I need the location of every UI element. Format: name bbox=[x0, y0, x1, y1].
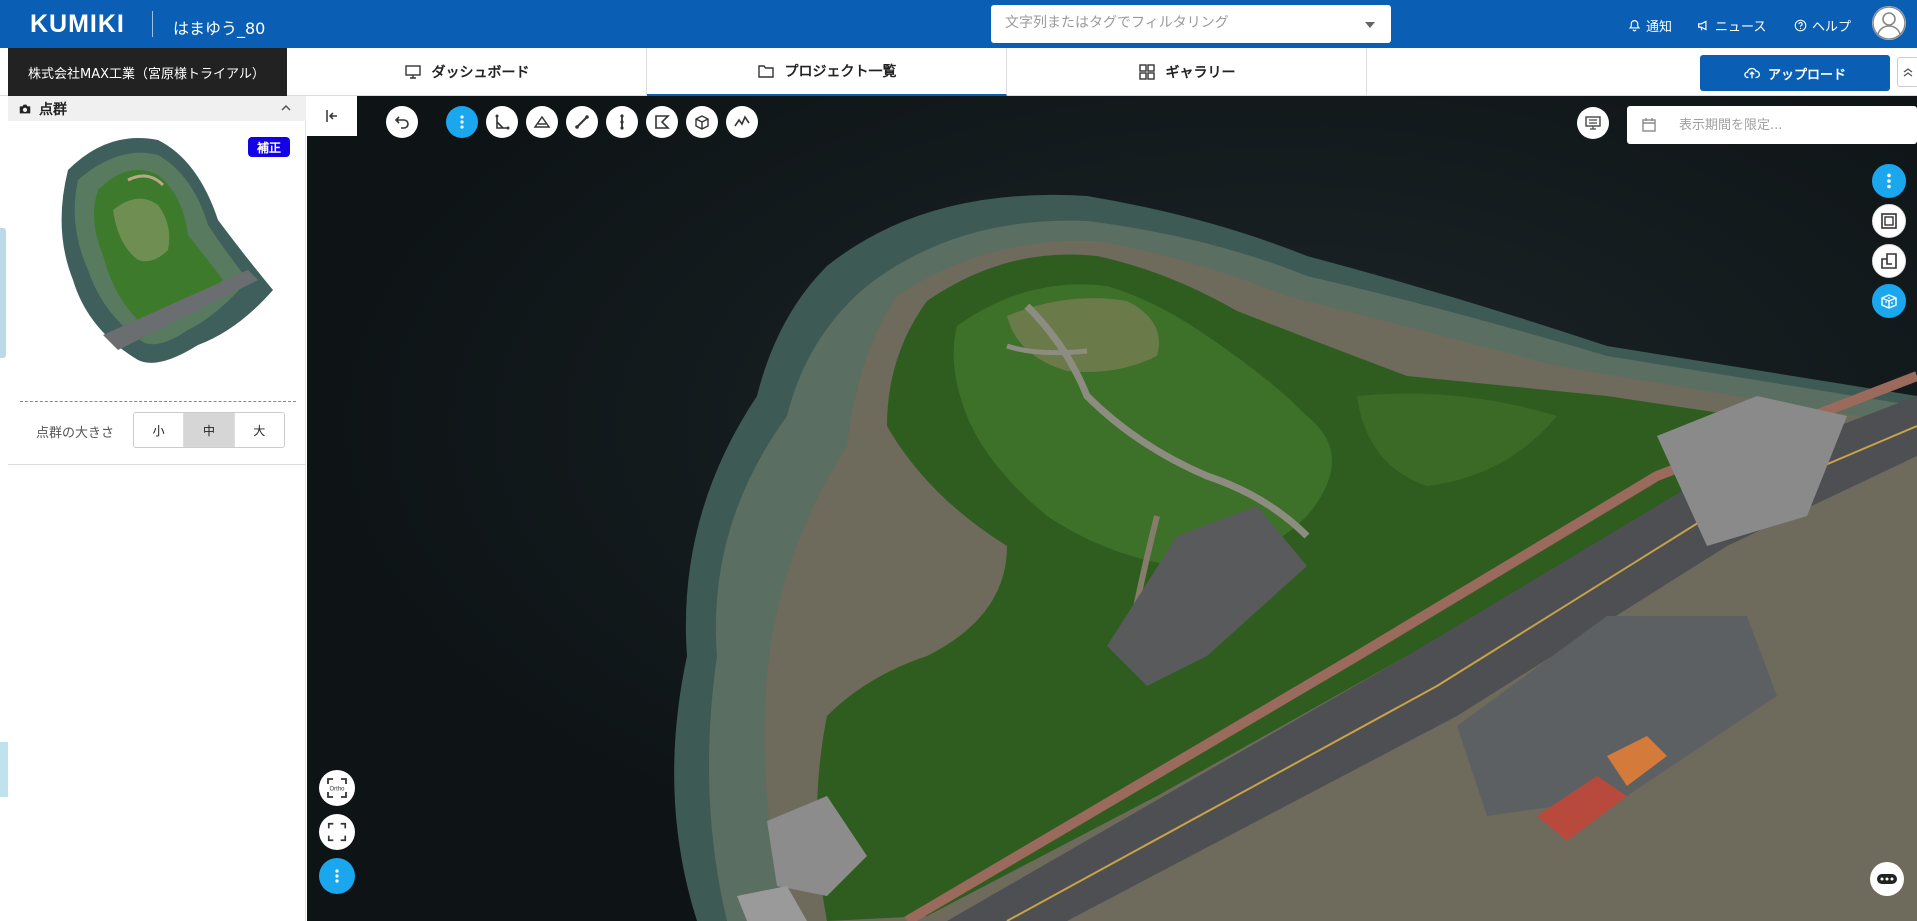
help-circle-icon bbox=[1794, 19, 1807, 32]
pointcloud-thumbnail[interactable] bbox=[48, 130, 278, 370]
pointcloud-toggle-button[interactable] bbox=[1872, 284, 1906, 318]
cloud-upload-icon bbox=[1744, 67, 1760, 79]
more-options-button[interactable] bbox=[1870, 862, 1904, 896]
size-large-button[interactable]: 大 bbox=[234, 413, 284, 447]
bell-icon bbox=[1628, 20, 1641, 32]
profile-measure-icon bbox=[734, 115, 750, 127]
news-link[interactable]: ニュース bbox=[1697, 16, 1766, 35]
distance-measure-button[interactable] bbox=[566, 106, 598, 138]
fullscreen-button[interactable] bbox=[319, 814, 355, 850]
help-link[interactable]: ヘルプ bbox=[1794, 16, 1851, 35]
arrow-left-bar-icon bbox=[326, 110, 337, 122]
distance-measure-icon bbox=[575, 115, 589, 129]
size-small-button[interactable]: 小 bbox=[134, 413, 185, 447]
point-size-toggle[interactable]: 小 中 大 bbox=[133, 412, 285, 448]
app-logo[interactable]: KUMIKI bbox=[30, 10, 125, 39]
tab-gallery-label: ギャラリー bbox=[1165, 65, 1236, 81]
monitor-icon bbox=[1585, 116, 1601, 130]
profile-measure-button[interactable] bbox=[726, 106, 758, 138]
fullscreen-icon bbox=[327, 822, 347, 842]
company-name: 株式会社MAX工業（宮原様トライアル） bbox=[8, 48, 287, 96]
height-measure-button[interactable] bbox=[606, 106, 638, 138]
calendar-icon bbox=[1642, 118, 1656, 132]
collapse-panel-button[interactable] bbox=[307, 96, 357, 136]
volume-measure-button[interactable] bbox=[686, 106, 718, 138]
monitor-icon bbox=[404, 65, 421, 79]
area-measure-button[interactable] bbox=[526, 106, 558, 138]
more-vertical-icon bbox=[460, 115, 464, 129]
layers-button[interactable] bbox=[1872, 244, 1906, 278]
user-icon bbox=[1872, 6, 1906, 40]
volume-measure-icon bbox=[695, 115, 709, 130]
tab-dashboard-label: ダッシュボード bbox=[431, 65, 530, 81]
frame-icon bbox=[1881, 213, 1897, 229]
panel-separator bbox=[8, 464, 306, 465]
viewer-options-button[interactable] bbox=[319, 858, 355, 894]
tab-projects[interactable]: プロジェクト一覧 bbox=[647, 48, 1007, 96]
pointcloud-panel: 点群 補正 点群の大きさ 小 中 大 bbox=[8, 96, 306, 921]
pointcloud-scene[interactable] bbox=[307, 96, 1917, 921]
size-medium-button[interactable]: 中 bbox=[184, 413, 235, 447]
layers-icon bbox=[1881, 253, 1897, 269]
ortho-fit-icon: Ortho bbox=[327, 778, 347, 798]
pointcloud-viewer[interactable]: Ortho bbox=[307, 96, 1917, 921]
date-range-input[interactable] bbox=[1677, 116, 1897, 134]
frame-view-button[interactable] bbox=[1872, 204, 1906, 238]
more-vertical-icon bbox=[1887, 173, 1891, 189]
folder-icon bbox=[757, 65, 774, 78]
nav-row: 株式会社MAX工業（宮原様トライアル） ダッシュボード プロジェクト一覧 ギャラ… bbox=[0, 48, 1917, 96]
more-horizontal-icon bbox=[1877, 874, 1897, 884]
news-label: ニュース bbox=[1715, 20, 1767, 35]
display-settings-button[interactable] bbox=[1577, 107, 1609, 139]
header-divider bbox=[152, 11, 153, 37]
polygon-measure-icon bbox=[655, 115, 670, 129]
left-edge-handle[interactable] bbox=[0, 228, 6, 358]
chevron-down-icon[interactable] bbox=[1365, 22, 1375, 28]
point-size-label: 点群の大きさ bbox=[36, 426, 115, 441]
divider bbox=[20, 401, 296, 402]
upload-button[interactable]: アップロード bbox=[1700, 55, 1890, 91]
megaphone-icon bbox=[1698, 20, 1707, 31]
notifications-label: 通知 bbox=[1646, 20, 1673, 35]
left-edge-tab[interactable] bbox=[0, 742, 8, 797]
tab-dashboard[interactable]: ダッシュボード bbox=[287, 48, 647, 96]
polygon-measure-button[interactable] bbox=[646, 106, 678, 138]
ortho-label: Ortho bbox=[329, 787, 345, 793]
more-vertical-icon bbox=[335, 869, 339, 883]
undo-icon bbox=[394, 116, 409, 129]
double-chevron-up-icon bbox=[1903, 68, 1913, 77]
panel-title: 点群 bbox=[39, 101, 67, 118]
angle-measure-icon bbox=[495, 114, 510, 130]
top-header: KUMIKI はまゆう_80 通知 ニュース ヘルプ bbox=[0, 0, 1917, 48]
help-label: ヘルプ bbox=[1812, 20, 1852, 35]
view-menu-button[interactable] bbox=[1872, 164, 1906, 198]
filter-box[interactable] bbox=[991, 5, 1391, 43]
upload-label: アップロード bbox=[1767, 67, 1846, 83]
ortho-fit-button[interactable]: Ortho bbox=[319, 770, 355, 806]
grid-icon bbox=[1138, 64, 1155, 80]
measure-menu-button[interactable] bbox=[446, 106, 478, 138]
filter-input[interactable] bbox=[1003, 5, 1353, 41]
area-measure-icon bbox=[533, 115, 551, 128]
tab-gallery[interactable]: ギャラリー bbox=[1007, 48, 1367, 96]
collapse-header-button[interactable] bbox=[1897, 57, 1917, 87]
camera-icon bbox=[19, 104, 31, 113]
panel-header[interactable]: 点群 bbox=[8, 96, 306, 121]
date-range-filter[interactable] bbox=[1627, 106, 1917, 144]
angle-measure-button[interactable] bbox=[486, 106, 518, 138]
pointcloud-icon bbox=[1881, 294, 1897, 309]
notifications-link[interactable]: 通知 bbox=[1628, 16, 1672, 35]
tab-projects-label: プロジェクト一覧 bbox=[784, 64, 897, 80]
height-measure-icon bbox=[620, 114, 624, 130]
chevron-up-icon[interactable] bbox=[280, 102, 292, 114]
user-avatar[interactable] bbox=[1872, 6, 1906, 40]
undo-button[interactable] bbox=[386, 106, 418, 138]
project-title: はまゆう_80 bbox=[173, 19, 266, 38]
correction-badge: 補正 bbox=[248, 137, 290, 157]
